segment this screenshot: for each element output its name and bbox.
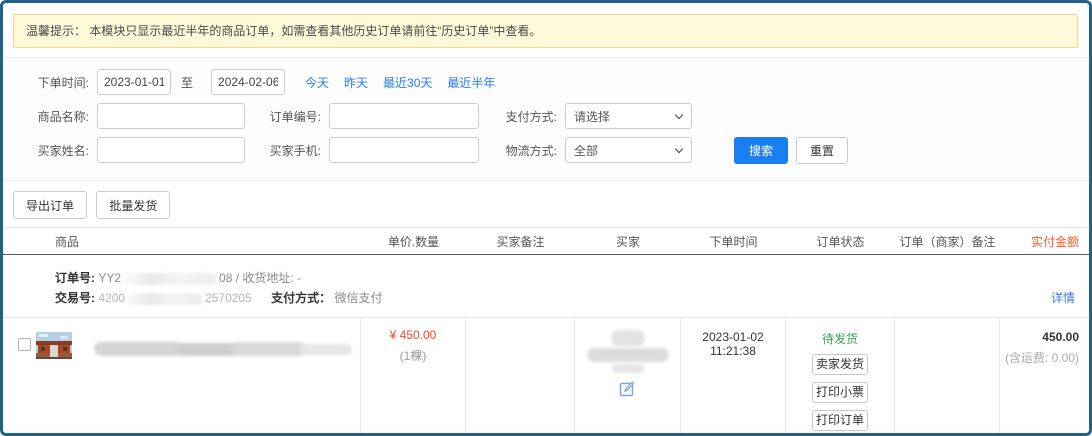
chevron-down-icon (675, 111, 683, 119)
quantity: (1棵) (361, 347, 465, 364)
date-to-separator: 至 (181, 74, 193, 91)
logistics-select[interactable]: 全部 (565, 137, 692, 163)
product-name-redacted (94, 342, 352, 382)
trade-no-line: 交易号: 4200 2570205 支付方式： 微信支付 (55, 288, 1069, 308)
gate-building-photo-icon (36, 332, 72, 359)
paid-amount-cell: 450.00 (含运费: 0.00) (1000, 318, 1089, 436)
header-buyer: 买家 (575, 233, 681, 250)
trade-no-prefix: 4200 (98, 291, 125, 305)
date-from-input[interactable] (97, 69, 171, 95)
buyer-phone-input[interactable] (329, 137, 479, 163)
order-no-label: 订单号: (55, 271, 95, 285)
filter-panel: 下单时间: 至 今天 昨天 最近30天 最近半年 商品名称: 订单编号: 支付方… (3, 57, 1089, 181)
redacted-text (176, 343, 238, 356)
product-thumbnail[interactable] (36, 332, 72, 362)
order-no-suffix: 08 (219, 271, 232, 285)
filter-row-date: 下单时间: 至 今天 昨天 最近30天 最近半年 (3, 69, 1089, 95)
price-qty-cell: ¥ 450.00 (1棵) (361, 318, 466, 436)
batch-ship-button[interactable]: 批量发货 (96, 191, 170, 219)
redacted-text (232, 342, 306, 356)
filter-row-product: 商品名称: 订单编号: 支付方式: 请选择 (3, 103, 1089, 129)
order-no-input[interactable] (329, 103, 479, 129)
order-info-bar: 订单号: YY2 08 / 收货地址: - 交易号: 4200 2570205 支付… (3, 255, 1089, 318)
order-status-cell: 待发货 卖家发货 打印小票 打印订单 订单备注 (786, 318, 895, 436)
redacted-text (587, 348, 669, 362)
order-detail-link[interactable]: 详情 (1051, 288, 1075, 308)
buyer-name-input[interactable] (97, 137, 245, 163)
unit-price: ¥ 450.00 (361, 328, 465, 342)
notice-banner: 温馨提示： 本模块只显示最近半年的商品订单，如需查看其他历史订单请前往“历史订单… (13, 14, 1078, 48)
header-buyer-remark: 买家备注 (466, 233, 575, 250)
quick-link-yesterday[interactable]: 昨天 (344, 74, 368, 91)
table-header: 商品 单价.数量 买家备注 买家 下单时间 订单状态 订单（商家）备注 实付金额 (3, 227, 1089, 255)
order-time-cell: 2023-01-02 11:21:38 (681, 318, 786, 436)
header-product: 商品 (3, 233, 361, 250)
row-checkbox[interactable] (18, 338, 31, 351)
trade-no-label: 交易号: (55, 291, 95, 305)
order-row: ¥ 450.00 (1棵) 2023-01-02 11:21:38 待发货 卖家… (3, 318, 1089, 436)
product-name-label: 商品名称: (3, 108, 89, 125)
pay-method-value: 微信支付 (334, 291, 382, 305)
buyer-phone-label: 买家手机: (257, 142, 321, 159)
order-toolbar: 导出订单 批量发货 (3, 181, 1089, 227)
header-order-status: 订单状态 (786, 233, 895, 250)
redacted-text (300, 344, 352, 355)
paid-amount: 450.00 (1000, 330, 1079, 344)
order-no-label: 订单编号: (257, 108, 321, 125)
header-merchant-remark: 订单（商家）备注 (895, 233, 1000, 250)
date-to-input[interactable] (211, 69, 285, 95)
search-button[interactable]: 搜索 (734, 137, 788, 164)
status-badge: 待发货 (786, 330, 894, 347)
buyer-cell (575, 318, 681, 436)
pay-method-label: 支付方式： (271, 291, 331, 305)
quick-date-links: 今天 昨天 最近30天 最近半年 (305, 74, 495, 91)
notice-text: 温馨提示： 本模块只显示最近半年的商品订单，如需查看其他历史订单请前往“历史订单… (26, 24, 541, 38)
logistics-label: 物流方式: (495, 142, 557, 159)
pay-method-select[interactable]: 请选择 (565, 103, 692, 129)
quick-link-last6months[interactable]: 最近半年 (447, 74, 495, 91)
print-order-button[interactable]: 打印订单 (812, 410, 868, 431)
redacted-trade-no (128, 293, 202, 305)
product-name-input[interactable] (97, 103, 245, 129)
shipping-fee-note: (含运费: 0.00) (1000, 349, 1079, 366)
redacted-text (612, 364, 644, 373)
filter-row-buyer: 买家姓名: 买家手机: 物流方式: 全部 搜索 重置 (3, 137, 1089, 163)
pay-method-selected-value: 请选择 (574, 108, 610, 125)
edit-remark-icon[interactable] (619, 380, 636, 400)
chevron-down-icon (675, 145, 683, 153)
redacted-text (94, 342, 182, 356)
product-cell (3, 318, 361, 436)
trade-no-suffix: 2570205 (205, 291, 252, 305)
order-management-panel: 温馨提示： 本模块只显示最近半年的商品订单，如需查看其他历史订单请前往“历史订单… (0, 0, 1092, 436)
print-receipt-button[interactable]: 打印小票 (812, 382, 868, 403)
export-orders-button[interactable]: 导出订单 (13, 191, 87, 219)
header-price-qty: 单价.数量 (361, 233, 466, 250)
redacted-order-no (124, 273, 216, 285)
logistics-selected-value: 全部 (574, 142, 598, 159)
reset-button[interactable]: 重置 (796, 137, 848, 164)
buyer-name-label: 买家姓名: (3, 142, 89, 159)
header-order-time: 下单时间 (681, 233, 786, 250)
shipping-address: / 收货地址: - (236, 271, 301, 285)
header-paid-amount: 实付金额 (1000, 233, 1089, 250)
merchant-remark-cell (895, 318, 1000, 436)
quick-link-today[interactable]: 今天 (305, 74, 329, 91)
order-no-line: 订单号: YY2 08 / 收货地址: - (55, 268, 1069, 288)
order-no-prefix: YY2 (98, 271, 121, 285)
order-time-label: 下单时间: (3, 74, 89, 91)
seller-ship-button[interactable]: 卖家发货 (812, 354, 868, 375)
pay-method-label: 支付方式: (495, 108, 557, 125)
redacted-text (611, 330, 645, 346)
quick-link-last30days[interactable]: 最近30天 (383, 74, 432, 91)
buyer-remark-cell (466, 318, 575, 436)
buyer-name-redacted (575, 328, 680, 376)
